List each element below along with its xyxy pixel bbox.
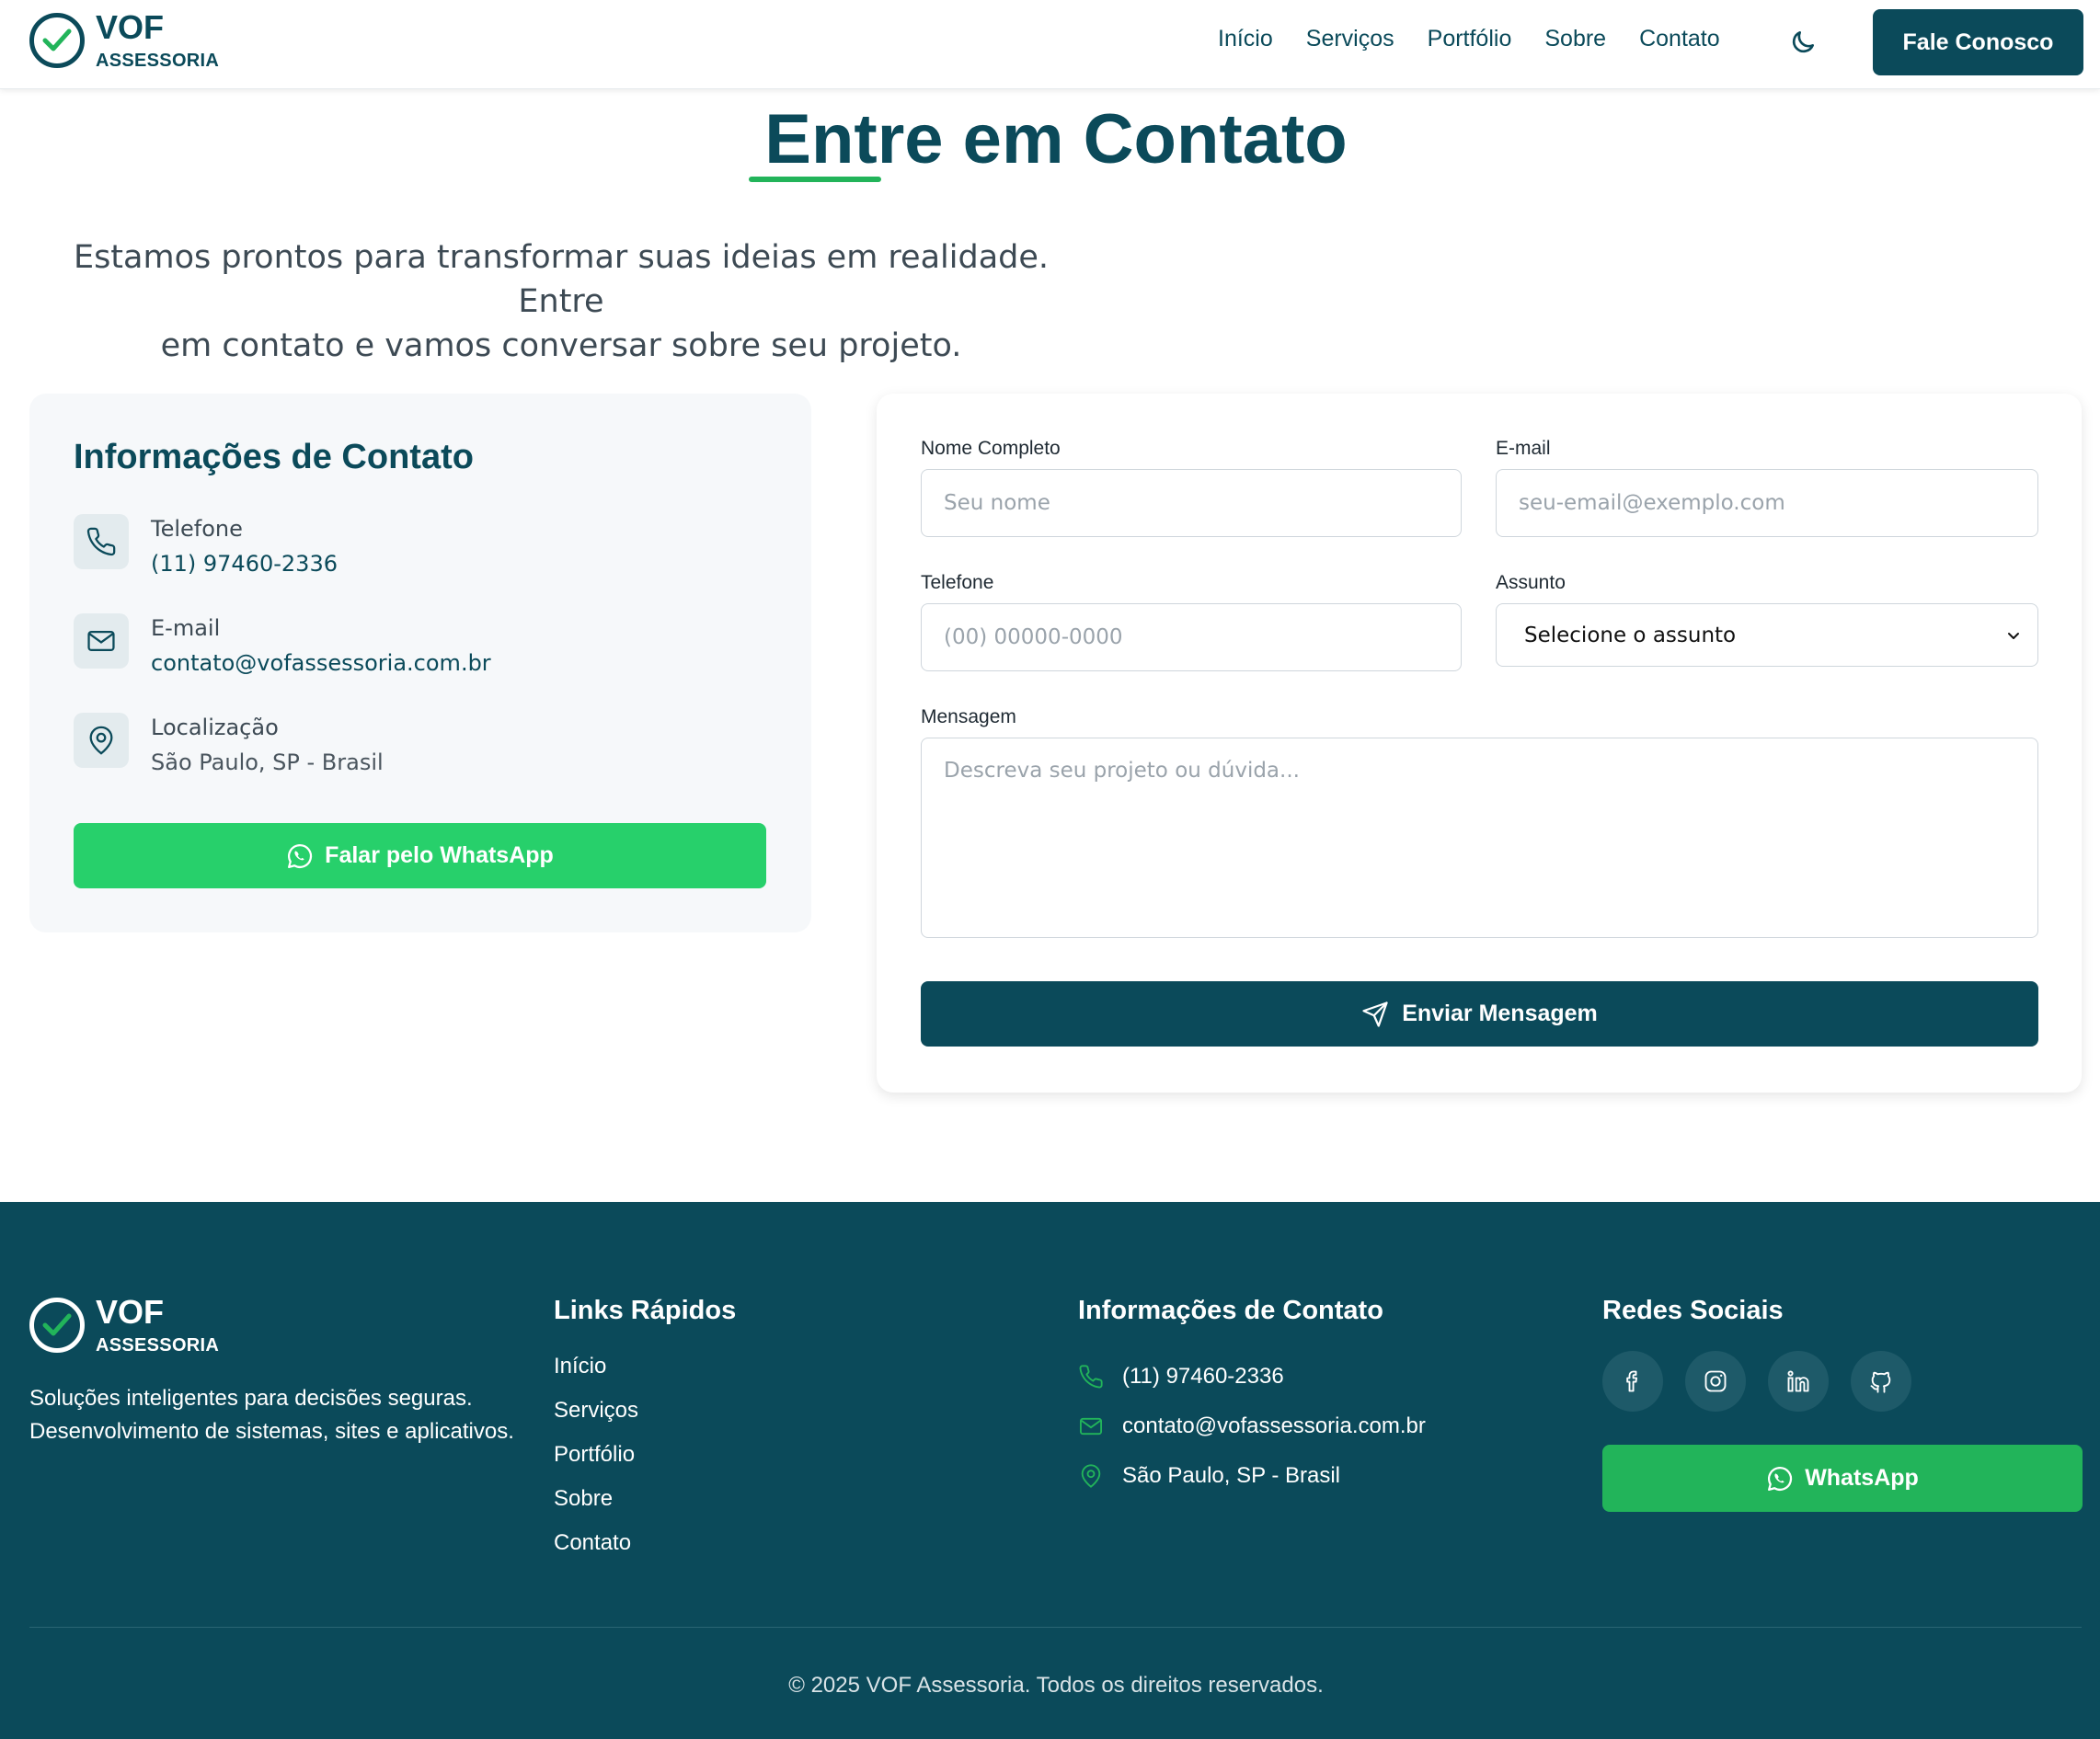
message-placeholder: Descreva seu projeto ou dúvida... (944, 759, 1300, 783)
fale-conosco-button[interactable]: Fale Conosco (1873, 9, 2083, 75)
footer-contact-phone: (11) 97460-2336 (1078, 1352, 1426, 1401)
info-value[interactable]: contato@vofassessoria.com.br (151, 650, 491, 676)
site-footer: VOF ASSESSORIA Soluções inteligentes par… (0, 1202, 2100, 1739)
footer-link-inicio[interactable]: Início (554, 1352, 638, 1396)
footer-whatsapp-label: WhatsApp (1805, 1465, 1919, 1491)
site-header: VOF ASSESSORIA Início Serviços Portfólio… (0, 0, 2100, 89)
subject-select[interactable]: Selecione o assunto (1496, 603, 2038, 667)
footer-brand-subtitle: ASSESSORIA (96, 1335, 220, 1356)
footer-link-sobre[interactable]: Sobre (554, 1484, 638, 1528)
info-label: E-mail (151, 615, 221, 641)
title-underline (749, 177, 881, 182)
info-label: Telefone (151, 516, 243, 542)
footer-brand-logo[interactable]: VOF ASSESSORIA (29, 1296, 219, 1355)
send-message-button[interactable]: Enviar Mensagem (921, 981, 2038, 1047)
footer-location-text: São Paulo, SP - Brasil (1122, 1463, 1341, 1488)
main-nav: Início Serviços Portfólio Sobre Contato (1218, 26, 1720, 52)
subtitle-line-1: Estamos prontos para transformar suas id… (73, 239, 1050, 320)
nav-item-sobre[interactable]: Sobre (1544, 26, 1606, 52)
footer-email-text[interactable]: contato@vofassessoria.com.br (1122, 1413, 1426, 1439)
footer-link-servicos[interactable]: Serviços (554, 1396, 638, 1440)
email-input[interactable]: seu-email@exemplo.com (1496, 469, 2038, 537)
info-value[interactable]: (11) 97460-2336 (151, 551, 338, 577)
footer-brand-name: VOF (96, 1293, 165, 1331)
footer-contact: (11) 97460-2336 contato@vofassessoria.co… (1078, 1352, 1426, 1501)
email-label: E-mail (1496, 438, 1551, 459)
footer-link-portfolio[interactable]: Portfólio (554, 1440, 638, 1484)
nav-item-portfolio[interactable]: Portfólio (1428, 26, 1512, 52)
footer-contact-location: São Paulo, SP - Brasil (1078, 1451, 1426, 1501)
footer-contact-title: Informações de Contato (1078, 1296, 1383, 1325)
phone-icon (1079, 1365, 1103, 1389)
copyright: © 2025 VOF Assessoria. Todos os direitos… (788, 1673, 1324, 1698)
phone-label: Telefone (921, 572, 994, 593)
page-title: Entre em Contato (764, 100, 1348, 178)
whatsapp-button[interactable]: Falar pelo WhatsApp (74, 823, 766, 888)
info-value: São Paulo, SP - Brasil (151, 749, 384, 775)
contact-info-card: Informações de Contato Telefone (11) 974… (29, 394, 811, 932)
check-circle-icon (29, 13, 85, 68)
subtitle-line-2: em contato e vamos conversar sobre seu p… (160, 327, 962, 364)
subject-selected-value: Selecione o assunto (1524, 623, 1737, 647)
map-pin-icon (74, 713, 129, 768)
info-location: Localização São Paulo, SP - Brasil (74, 713, 384, 775)
brand-name: VOF (96, 8, 165, 46)
send-button-label: Enviar Mensagem (1402, 1001, 1598, 1026)
footer-contact-email: contato@vofassessoria.com.br (1078, 1401, 1426, 1451)
message-textarea[interactable]: Descreva seu projeto ou dúvida... (921, 738, 2038, 938)
instagram-icon[interactable] (1685, 1351, 1746, 1412)
footer-link-contato[interactable]: Contato (554, 1528, 638, 1573)
nav-item-servicos[interactable]: Serviços (1306, 26, 1394, 52)
footer-social-title: Redes Sociais (1602, 1296, 1784, 1325)
map-pin-icon (1081, 1464, 1101, 1488)
message-label: Mensagem (921, 706, 1016, 727)
nav-item-inicio[interactable]: Início (1218, 26, 1273, 52)
footer-divider (29, 1627, 2082, 1628)
info-email: E-mail contato@vofassessoria.com.br (74, 613, 491, 676)
page-subtitle: Estamos prontos para transformar suas id… (37, 235, 1085, 368)
name-label: Nome Completo (921, 438, 1061, 459)
linkedin-icon[interactable] (1768, 1351, 1829, 1412)
whatsapp-button-label: Falar pelo WhatsApp (325, 842, 554, 868)
footer-links: Início Serviços Portfólio Sobre Contato (554, 1352, 638, 1573)
footer-whatsapp-button[interactable]: WhatsApp (1602, 1445, 2083, 1512)
footer-phone-text[interactable]: (11) 97460-2336 (1122, 1364, 1284, 1390)
footer-description: Soluções inteligentes para decisões segu… (29, 1386, 514, 1444)
info-phone: Telefone (11) 97460-2336 (74, 514, 338, 577)
name-input[interactable]: Seu nome (921, 469, 1462, 537)
mail-icon (74, 613, 129, 669)
check-circle-icon (29, 1298, 85, 1353)
footer-links-title: Links Rápidos (554, 1296, 737, 1325)
contact-form: Nome Completo Seu nome E-mail seu-email@… (877, 394, 2082, 1093)
whatsapp-icon (1768, 1466, 1793, 1491)
info-label: Localização (151, 715, 279, 740)
facebook-icon[interactable] (1602, 1351, 1663, 1412)
mail-icon (1079, 1417, 1103, 1436)
moon-icon[interactable] (1788, 28, 1818, 57)
subject-label: Assunto (1496, 572, 1566, 593)
github-icon[interactable] (1851, 1351, 1911, 1412)
chevron-down-icon (2008, 632, 2019, 639)
contact-info-title: Informações de Contato (74, 438, 474, 476)
nav-item-contato[interactable]: Contato (1639, 26, 1720, 52)
phone-icon (74, 514, 129, 569)
send-icon (1362, 1001, 1388, 1027)
social-links (1602, 1351, 1911, 1412)
brand-subtitle: ASSESSORIA (96, 51, 220, 71)
phone-input[interactable]: (00) 00000-0000 (921, 603, 1462, 671)
whatsapp-icon (288, 843, 313, 868)
brand-logo[interactable]: VOF ASSESSORIA (29, 11, 219, 70)
